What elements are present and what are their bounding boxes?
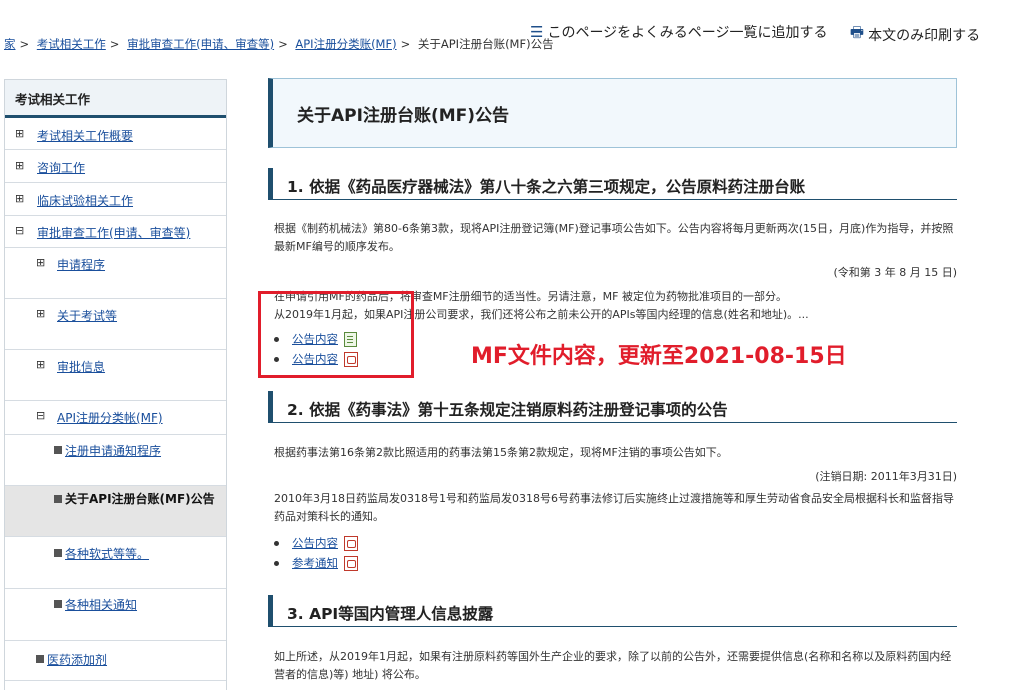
section3-paragraph: 如上所述，从2019年1月起，如果有注册原料药等国外生产企业的要求，除了以前的公… bbox=[274, 650, 952, 681]
expand-icon[interactable]: ⊞ bbox=[36, 256, 45, 269]
print-link[interactable]: 🖶 本文のみ印刷する bbox=[850, 22, 980, 47]
sidebar-item-related-notices[interactable]: 各种相关通知 bbox=[5, 589, 226, 641]
add-favorites-link[interactable]: ☰ このページをよくみるページ一覧に追加する bbox=[530, 22, 827, 42]
page-title: 关于API注册台账(MF)公告 bbox=[268, 78, 957, 148]
sidebar-item-clinical-trial[interactable]: ⊞ 临床试验相关工作 bbox=[5, 183, 226, 216]
list-item: 参考通知 bbox=[274, 553, 358, 573]
section3-heading: 3. API等国内管理人信息披露 bbox=[268, 595, 957, 627]
expand-icon[interactable]: ⊞ bbox=[15, 159, 24, 172]
print-label: 本文のみ印刷する bbox=[868, 27, 981, 44]
collapse-icon[interactable]: ⊟ bbox=[36, 409, 45, 422]
list-item: 公告内容 bbox=[274, 533, 358, 553]
section1-date: (令和第 3 年 8 月 15 日) bbox=[833, 266, 957, 279]
section1-paragraph: 根据《制药机械法》第80-6条第3款，现将API注册登记簿(MF)登记事项公告如… bbox=[274, 222, 954, 253]
breadcrumb-home[interactable]: 家 bbox=[4, 37, 16, 51]
breadcrumb-api-mf[interactable]: API注册分类账(MF) bbox=[295, 37, 396, 51]
section2-date: (注销日期: 2011年3月31日) bbox=[815, 470, 957, 483]
sidebar-item-label[interactable]: 咨询工作 bbox=[37, 161, 85, 175]
sidebar-item-application-procedure[interactable]: ⊞ 申请程序 bbox=[5, 248, 226, 299]
main-content: 关于API注册台账(MF)公告 1. 依据《药品医疗器械法》第八十条之六第三项规… bbox=[268, 78, 957, 681]
sidebar-item-label[interactable]: 申请程序 bbox=[57, 258, 105, 272]
section2-paragraph: 根据药事法第16条第2款比照适用的药事法第15条第2款规定，现将MF注销的事项公… bbox=[274, 446, 728, 459]
sidebar-item-about-exams[interactable]: ⊞ 关于考试等 bbox=[5, 299, 226, 350]
sidebar-item-approval-review[interactable]: ⊟ 审批审查工作(申请、审查等) bbox=[5, 216, 226, 248]
breadcrumb-current: 关于API注册台账(MF)公告 bbox=[417, 37, 554, 51]
pdf-icon[interactable] bbox=[344, 555, 358, 571]
arrow-right-icon bbox=[36, 655, 44, 663]
sidebar-item-label[interactable]: 各种相关通知 bbox=[65, 598, 137, 612]
sidebar-item-consultation[interactable]: ⊞ 咨询工作 bbox=[5, 150, 226, 183]
sidebar-item-api-mf[interactable]: ⊟ API注册分类帐(MF) bbox=[5, 401, 226, 435]
arrow-right-icon bbox=[54, 549, 62, 557]
sidebar-item-label[interactable]: API注册分类帐(MF) bbox=[57, 411, 163, 425]
breadcrumb-approval-review[interactable]: 审批审查工作(申请、审查等) bbox=[127, 37, 274, 51]
sidebar-item-exam-overview[interactable]: ⊞ 考试相关工作概要 bbox=[5, 118, 226, 150]
sidebar-title: 考试相关工作 bbox=[5, 80, 226, 118]
sidebar-item-various-forms[interactable]: 各种软式等等。 bbox=[5, 537, 226, 589]
collapse-icon[interactable]: ⊟ bbox=[15, 224, 24, 237]
sidebar-item-label: 关于API注册台账(MF)公告 bbox=[65, 492, 215, 506]
sidebar-item-label[interactable]: 考试相关工作概要 bbox=[37, 129, 133, 143]
section2-heading: 2. 依据《药事法》第十五条规定注销原料药注册登记事项的公告 bbox=[268, 391, 957, 423]
expand-icon[interactable]: ⊞ bbox=[36, 358, 45, 371]
sidebar-item-registration-procedure[interactable]: 注册申请通知程序 bbox=[5, 435, 226, 486]
bullet-icon bbox=[274, 560, 279, 566]
arrow-right-icon bbox=[54, 600, 62, 608]
sidebar: 考试相关工作 ⊞ 考试相关工作概要 ⊞ 咨询工作 ⊞ 临床试验相关工作 ⊟ 审批… bbox=[4, 79, 227, 690]
breadcrumb-exam-work[interactable]: 考试相关工作 bbox=[37, 37, 106, 51]
reference-notice-link[interactable]: 参考通知 bbox=[292, 555, 338, 571]
annotation-text: MF文件内容，更新至2021-08-15日 bbox=[471, 344, 847, 369]
bullet-icon bbox=[274, 540, 279, 546]
expand-icon[interactable]: ⊞ bbox=[15, 192, 24, 205]
arrow-right-icon bbox=[54, 446, 62, 454]
sidebar-item-mf-announcement[interactable]: 关于API注册台账(MF)公告 bbox=[5, 486, 226, 537]
expand-icon[interactable]: ⊞ bbox=[36, 307, 45, 320]
expand-icon[interactable]: ⊞ bbox=[15, 127, 24, 140]
pdf-icon[interactable] bbox=[344, 535, 358, 551]
section2-paragraph-2: 2010年3月18日药监局发0318号1号和药监局发0318号6号药事法修订后实… bbox=[274, 492, 954, 523]
breadcrumb: 家 > 考试相关工作 > 审批审查工作(申请、审查等) > API注册分类账(MF) >… bbox=[4, 37, 554, 51]
arrow-right-icon bbox=[54, 495, 62, 503]
add-favorites-label: このページをよくみるページ一覧に追加する bbox=[547, 25, 828, 41]
section1-heading: 1. 依据《药品医疗器械法》第八十条之六第三项规定，公告原料药注册台账 bbox=[268, 168, 957, 200]
sidebar-item-excipients[interactable]: 医药添加剂 bbox=[5, 641, 226, 681]
sidebar-item-approval-info[interactable]: ⊞ 审批信息 bbox=[5, 350, 226, 401]
sidebar-item-label[interactable]: 临床试验相关工作 bbox=[37, 194, 133, 208]
section2-links: 公告内容 参考通知 bbox=[274, 533, 358, 573]
sidebar-item-label[interactable]: 关于考试等 bbox=[57, 309, 117, 323]
sidebar-item-label[interactable]: 注册申请通知程序 bbox=[65, 444, 161, 458]
sidebar-item-label[interactable]: 审批信息 bbox=[57, 360, 105, 374]
printer-icon: 🖶 bbox=[849, 23, 865, 41]
highlight-box bbox=[258, 291, 414, 378]
announcement-content-link[interactable]: 公告内容 bbox=[292, 535, 338, 551]
utility-links: ☰ このページをよくみるページ一覧に追加する 🖶 本文のみ印刷する bbox=[530, 22, 998, 47]
sidebar-item-label[interactable]: 各种软式等等。 bbox=[65, 547, 149, 561]
sidebar-item-label[interactable]: 审批审查工作(申请、审查等) bbox=[37, 226, 190, 240]
sidebar-item-label[interactable]: 医药添加剂 bbox=[47, 653, 107, 667]
